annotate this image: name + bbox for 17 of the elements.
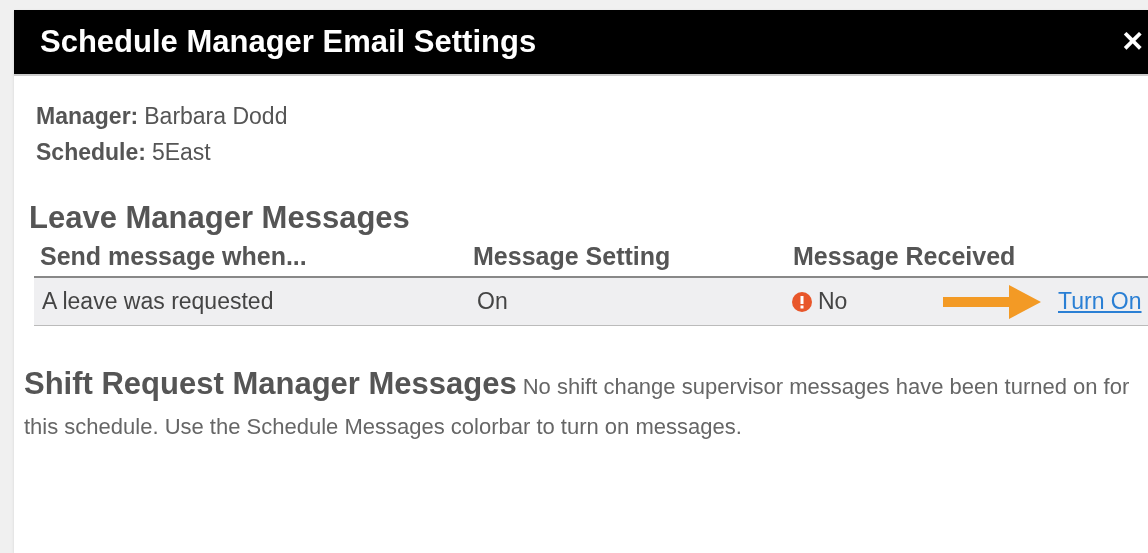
column-header: Send message when... bbox=[39, 241, 308, 273]
alert-icon bbox=[792, 291, 812, 312]
turn-on-link[interactable]: Turn On bbox=[1058, 284, 1142, 319]
table-cell-text: A leave was requested bbox=[41, 287, 275, 317]
info-label: Schedule: bbox=[36, 138, 146, 167]
info-value: Barbara Dodd bbox=[144, 102, 288, 131]
column-header: Message Setting bbox=[473, 241, 672, 273]
info-value: 5East bbox=[151, 138, 211, 167]
section-description: Shift Request Manager Messages No shift change supervisor messages have been turned on for this schedule. Use the Schedule Messages colorbar to turn on messages. bbox=[24, 365, 1131, 441]
window-title: Schedule Manager Email Settings bbox=[40, 22, 537, 61]
table-cell-text: On bbox=[476, 287, 509, 317]
close-button[interactable]: ✕ bbox=[1121, 28, 1144, 56]
table-cell-text: No bbox=[818, 287, 848, 317]
column-header: Message Received bbox=[792, 241, 1016, 273]
section-heading: Leave Manager Messages bbox=[29, 200, 411, 236]
arrow-icon bbox=[943, 284, 1041, 319]
info-label: Manager: bbox=[36, 102, 139, 131]
